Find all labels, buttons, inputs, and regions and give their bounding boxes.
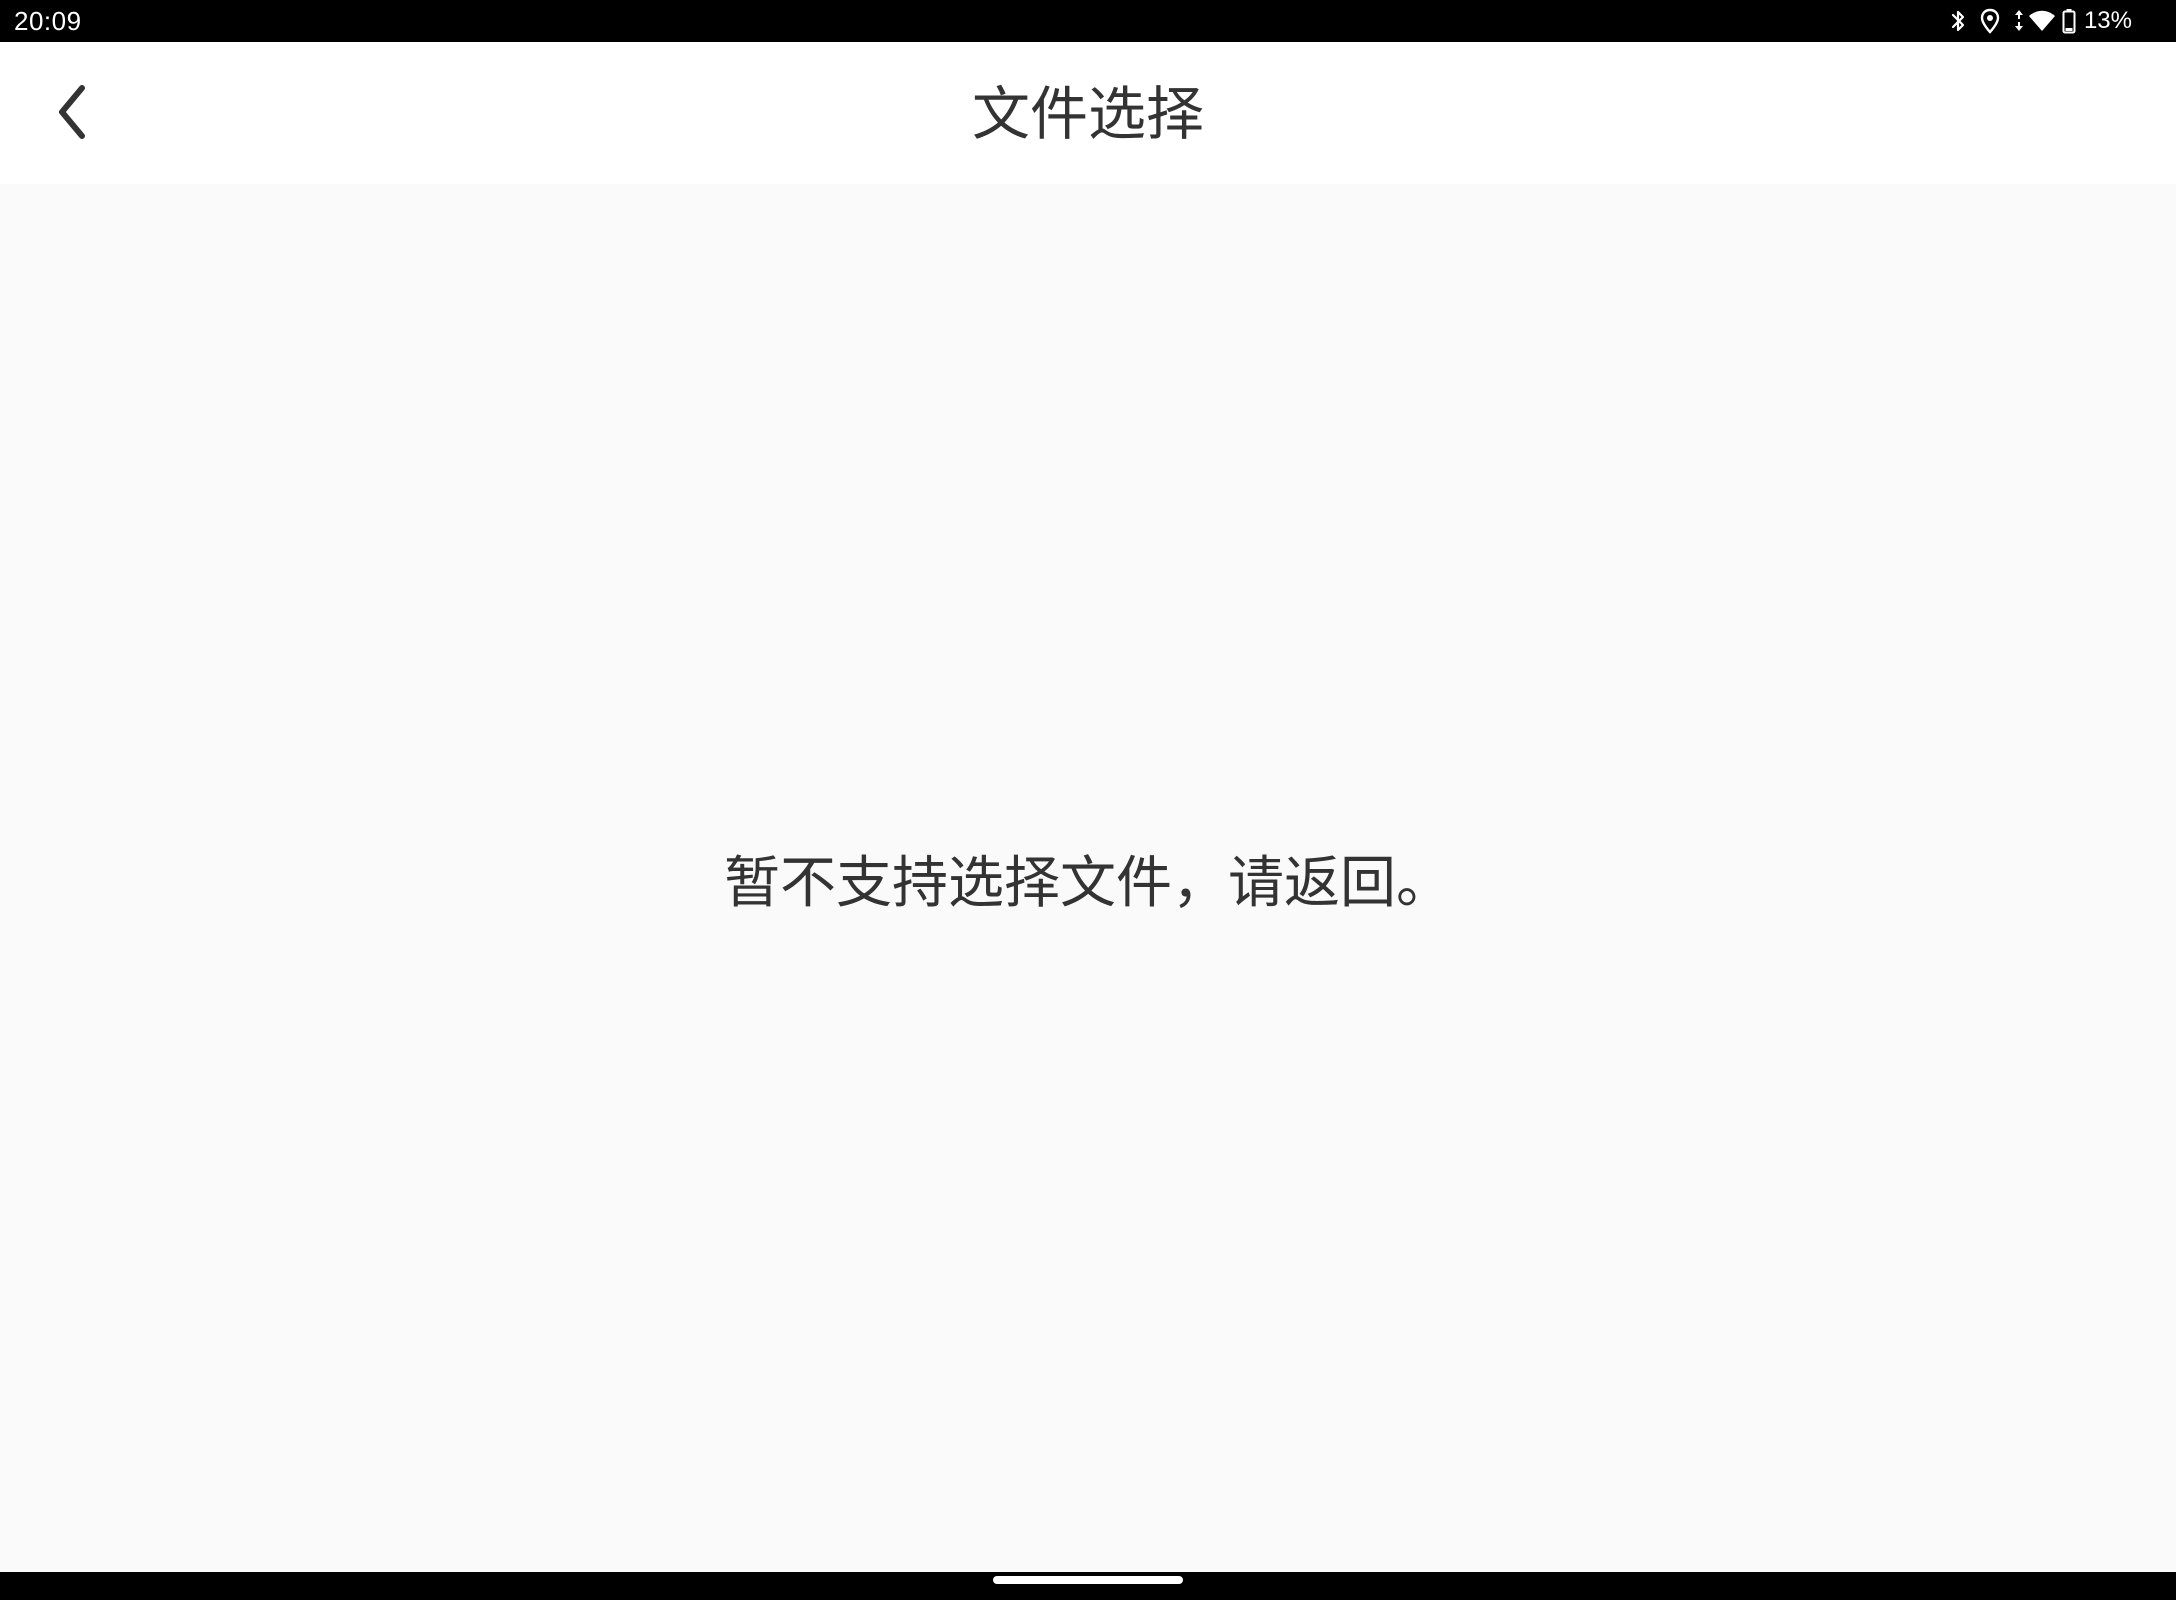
data-arrows-icon <box>2014 8 2024 34</box>
status-time: 20:09 <box>14 6 82 36</box>
location-icon <box>1980 8 2000 34</box>
status-icons: 13% <box>1950 6 2132 36</box>
battery-percent: 13% <box>2083 7 2132 34</box>
status-bar: 20:09 13% <box>0 0 2176 42</box>
app-bar: 文件选择 <box>0 42 2176 184</box>
page-title: 文件选择 <box>971 80 1204 148</box>
empty-state-message: 暂不支持选择文件，请返回。 <box>724 851 1452 916</box>
wifi-icon <box>2028 9 2056 33</box>
home-gesture-handle[interactable] <box>993 1576 1183 1584</box>
battery-icon <box>2062 8 2076 34</box>
bluetooth-icon <box>1950 8 1966 34</box>
content-area: 暂不支持选择文件，请返回。 <box>0 184 2176 1572</box>
navigation-bar <box>0 1572 2176 1600</box>
